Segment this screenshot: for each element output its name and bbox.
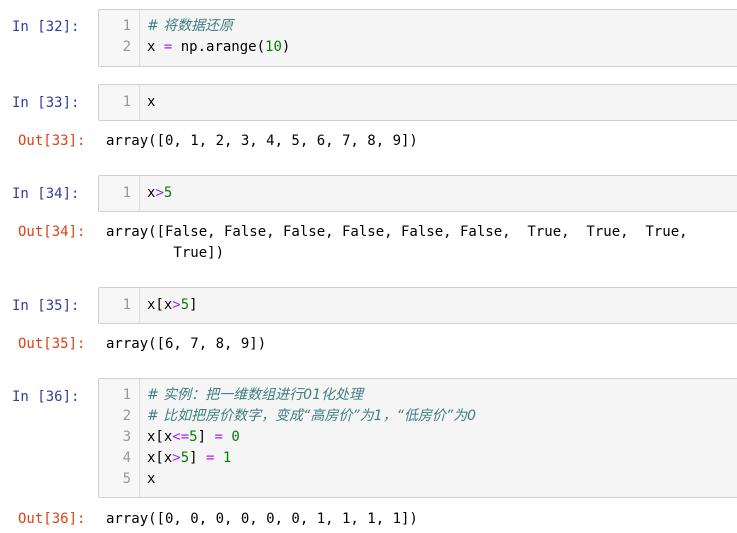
cell-output: True]): [106, 245, 225, 261]
code-token: ): [281, 39, 291, 55]
cell-output: array([6, 7, 8, 9]): [106, 336, 267, 352]
input-prompt: In [33]:: [12, 95, 80, 111]
code-number: 5: [189, 429, 198, 445]
code-cell[interactable]: 1 x: [98, 84, 737, 121]
code-line: x = np.arange(10): [147, 37, 290, 58]
code-line: # 比如把房价数字，变成“高房价”为1，“低房价”为0: [147, 406, 476, 427]
line-number-gutter: 1: [99, 176, 140, 211]
code-operator: =: [214, 429, 223, 445]
line-number: 4: [122, 450, 131, 466]
code-token: x[x: [147, 450, 173, 466]
code-token: x[x: [147, 297, 173, 313]
code-number: 10: [265, 39, 282, 55]
code-cell[interactable]: 1 2 3 4 5 # 实例：把一维数组进行01化处理 # 比如把房价数字，变成…: [98, 378, 737, 498]
code-number: 5: [180, 297, 190, 313]
code-comment: # 比如把房价数字，变成“高房价”为1，“低房价”为0: [147, 408, 477, 424]
line-number: 2: [122, 408, 131, 424]
line-number: 1: [122, 18, 131, 34]
line-number: 2: [122, 39, 131, 55]
line-number-gutter: 1: [99, 85, 140, 120]
code-cell[interactable]: 1 x[x>5]: [98, 287, 737, 324]
code-line: x: [147, 92, 155, 113]
line-number: 1: [122, 185, 131, 201]
line-number-gutter: 1 2 3 4 5: [99, 379, 140, 497]
code-number: 5: [180, 450, 190, 466]
code-line: # 实例：把一维数组进行01化处理: [147, 385, 363, 406]
code-number: 0: [222, 429, 240, 445]
line-number: 5: [122, 471, 131, 487]
code-line: x[x<=5] = 0: [147, 427, 240, 448]
input-prompt: In [34]:: [12, 186, 80, 202]
code-cell[interactable]: 1 x>5: [98, 175, 737, 212]
code-operator: <=: [172, 429, 190, 445]
line-number: 3: [122, 429, 131, 445]
line-number-gutter: 1: [99, 288, 140, 323]
code-comment: # 将数据还原: [147, 18, 234, 34]
code-operator: >: [155, 185, 164, 201]
code-token: ]: [189, 297, 198, 313]
code-operator: >: [172, 297, 181, 313]
code-token: x: [147, 39, 164, 55]
input-prompt: In [32]:: [12, 19, 80, 35]
output-prompt: Out[34]:: [18, 224, 86, 240]
code-cell[interactable]: 1 2 # 将数据还原 x = np.arange(10): [98, 9, 737, 67]
cell-output: array([False, False, False, False, False…: [106, 224, 688, 240]
cell-output: array([0, 0, 0, 0, 0, 0, 1, 1, 1, 1]): [106, 511, 418, 527]
line-number: 1: [122, 94, 131, 110]
line-number-gutter: 1 2: [99, 10, 140, 66]
output-prompt: Out[33]:: [18, 133, 86, 149]
code-comment: # 实例：把一维数组进行01化处理: [147, 387, 363, 403]
code-token: ]: [189, 450, 207, 466]
output-prompt: Out[35]:: [18, 336, 86, 352]
code-line: # 将数据还原: [147, 16, 233, 37]
output-prompt: Out[36]:: [18, 511, 86, 527]
cell-output: array([0, 1, 2, 3, 4, 5, 6, 7, 8, 9]): [106, 133, 418, 149]
code-number: 5: [163, 185, 173, 201]
code-line: x: [147, 469, 155, 490]
line-number: 1: [122, 297, 131, 313]
input-prompt: In [35]:: [12, 298, 80, 314]
code-operator: >: [172, 450, 181, 466]
input-prompt: In [36]:: [12, 389, 80, 405]
code-line: x>5: [147, 183, 172, 204]
code-number: 1: [214, 450, 232, 466]
code-line: x[x>5]: [147, 295, 198, 316]
line-number: 1: [122, 387, 131, 403]
code-token: x: [147, 94, 156, 110]
code-token: ]: [197, 429, 215, 445]
code-token: x: [147, 471, 156, 487]
code-line: x[x>5] = 1: [147, 448, 231, 469]
code-token: x[x: [147, 429, 173, 445]
code-token: np.arange(: [172, 39, 266, 55]
